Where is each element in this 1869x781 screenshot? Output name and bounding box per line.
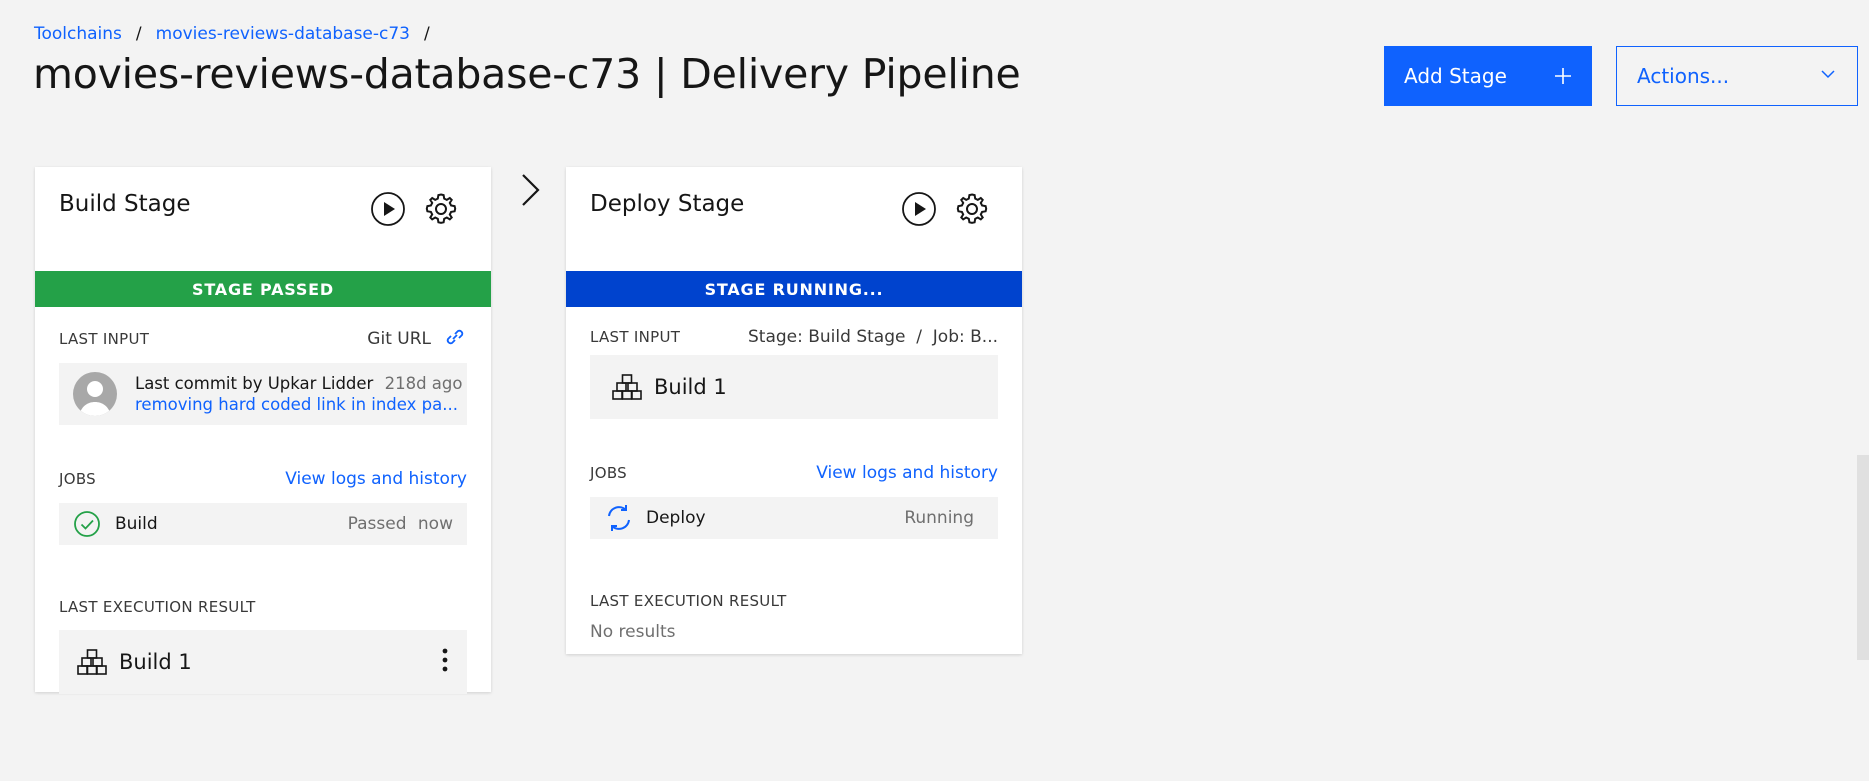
avatar [73, 372, 117, 416]
commit-author: Last commit by Upkar Lidder [135, 374, 374, 393]
job-status: Passed [347, 514, 407, 534]
jobs-label: JOBS [59, 470, 96, 488]
stage-title: Build Stage [59, 191, 191, 217]
job-time: now [417, 514, 453, 534]
overflow-menu-icon[interactable] [441, 647, 449, 677]
last-commit-tile: Last commit by Upkar Lidder 218d ago rem… [59, 363, 467, 425]
commit-age: 218d ago [384, 374, 463, 393]
gear-icon [425, 193, 457, 224]
breadcrumb-link-toolchains[interactable]: Toolchains [34, 24, 122, 44]
run-stage-button[interactable] [368, 189, 408, 229]
actions-dropdown-label: Actions... [1637, 64, 1730, 88]
stage-settings-button[interactable] [952, 189, 992, 229]
execution-result-tile[interactable]: Build 1 [59, 630, 467, 694]
last-input-tile[interactable]: Build 1 [590, 355, 998, 419]
chevron-right-icon [518, 172, 544, 212]
renew-icon [608, 505, 630, 531]
execution-result-label: Build 1 [119, 650, 192, 674]
last-execution-label: LAST EXECUTION RESULT [590, 592, 787, 610]
stage-card-deploy: Deploy Stage STAGE RUNNING... LAST INPUT… [566, 167, 1022, 654]
breadcrumb: Toolchains / movies-reviews-database-c73… [34, 24, 444, 44]
breadcrumb-separator: / [424, 24, 430, 44]
add-stage-button[interactable]: Add Stage [1384, 46, 1592, 106]
add-icon [1554, 62, 1572, 90]
last-input-source: Stage: Build Stage / Job: B... [747, 327, 998, 347]
job-row[interactable]: Build Passed now [59, 503, 467, 545]
last-input-result: Build 1 [654, 375, 727, 399]
job-name: Deploy [646, 508, 706, 528]
stage-status-banner: STAGE PASSED [35, 271, 491, 307]
jobs-label: JOBS [590, 464, 627, 482]
link-icon[interactable] [443, 327, 467, 351]
gear-icon [956, 193, 988, 224]
blocks-icon [612, 374, 642, 400]
stage-status-banner: STAGE RUNNING... [566, 271, 1022, 307]
run-stage-button[interactable] [899, 189, 939, 229]
job-row[interactable]: Deploy Running [590, 497, 998, 539]
play-outline-icon [902, 192, 936, 226]
job-status: Running [904, 508, 974, 528]
view-logs-link[interactable]: View logs and history [816, 463, 998, 483]
last-input-label: LAST INPUT [59, 330, 150, 348]
chevron-down-icon [1819, 64, 1837, 88]
scrollbar[interactable] [1857, 455, 1869, 660]
git-url-label: Git URL [367, 329, 431, 349]
checkmark-outline-icon [74, 511, 100, 537]
job-name: Build [115, 514, 158, 534]
last-input-label: LAST INPUT [590, 328, 681, 346]
user-avatar-icon [79, 381, 111, 416]
stage-card-build: Build Stage STAGE PASSED LAST INPUT Git … [35, 167, 491, 694]
breadcrumb-link-toolchain[interactable]: movies-reviews-database-c73 [156, 24, 410, 44]
play-outline-icon [371, 192, 405, 226]
breadcrumb-separator: / [135, 24, 142, 44]
stage-settings-button[interactable] [421, 189, 461, 229]
blocks-icon [77, 649, 107, 675]
last-execution-label: LAST EXECUTION RESULT [59, 598, 256, 616]
commit-message-link[interactable]: removing hard coded link in index pa... [135, 395, 462, 414]
view-logs-link[interactable]: View logs and history [285, 469, 467, 489]
page-title: movies-reviews-database-c73 | Delivery P… [33, 50, 1021, 98]
add-stage-label: Add Stage [1404, 64, 1507, 88]
stage-title: Deploy Stage [590, 191, 745, 217]
no-results-text: No results [590, 622, 676, 642]
actions-dropdown[interactable]: Actions... [1616, 46, 1858, 106]
